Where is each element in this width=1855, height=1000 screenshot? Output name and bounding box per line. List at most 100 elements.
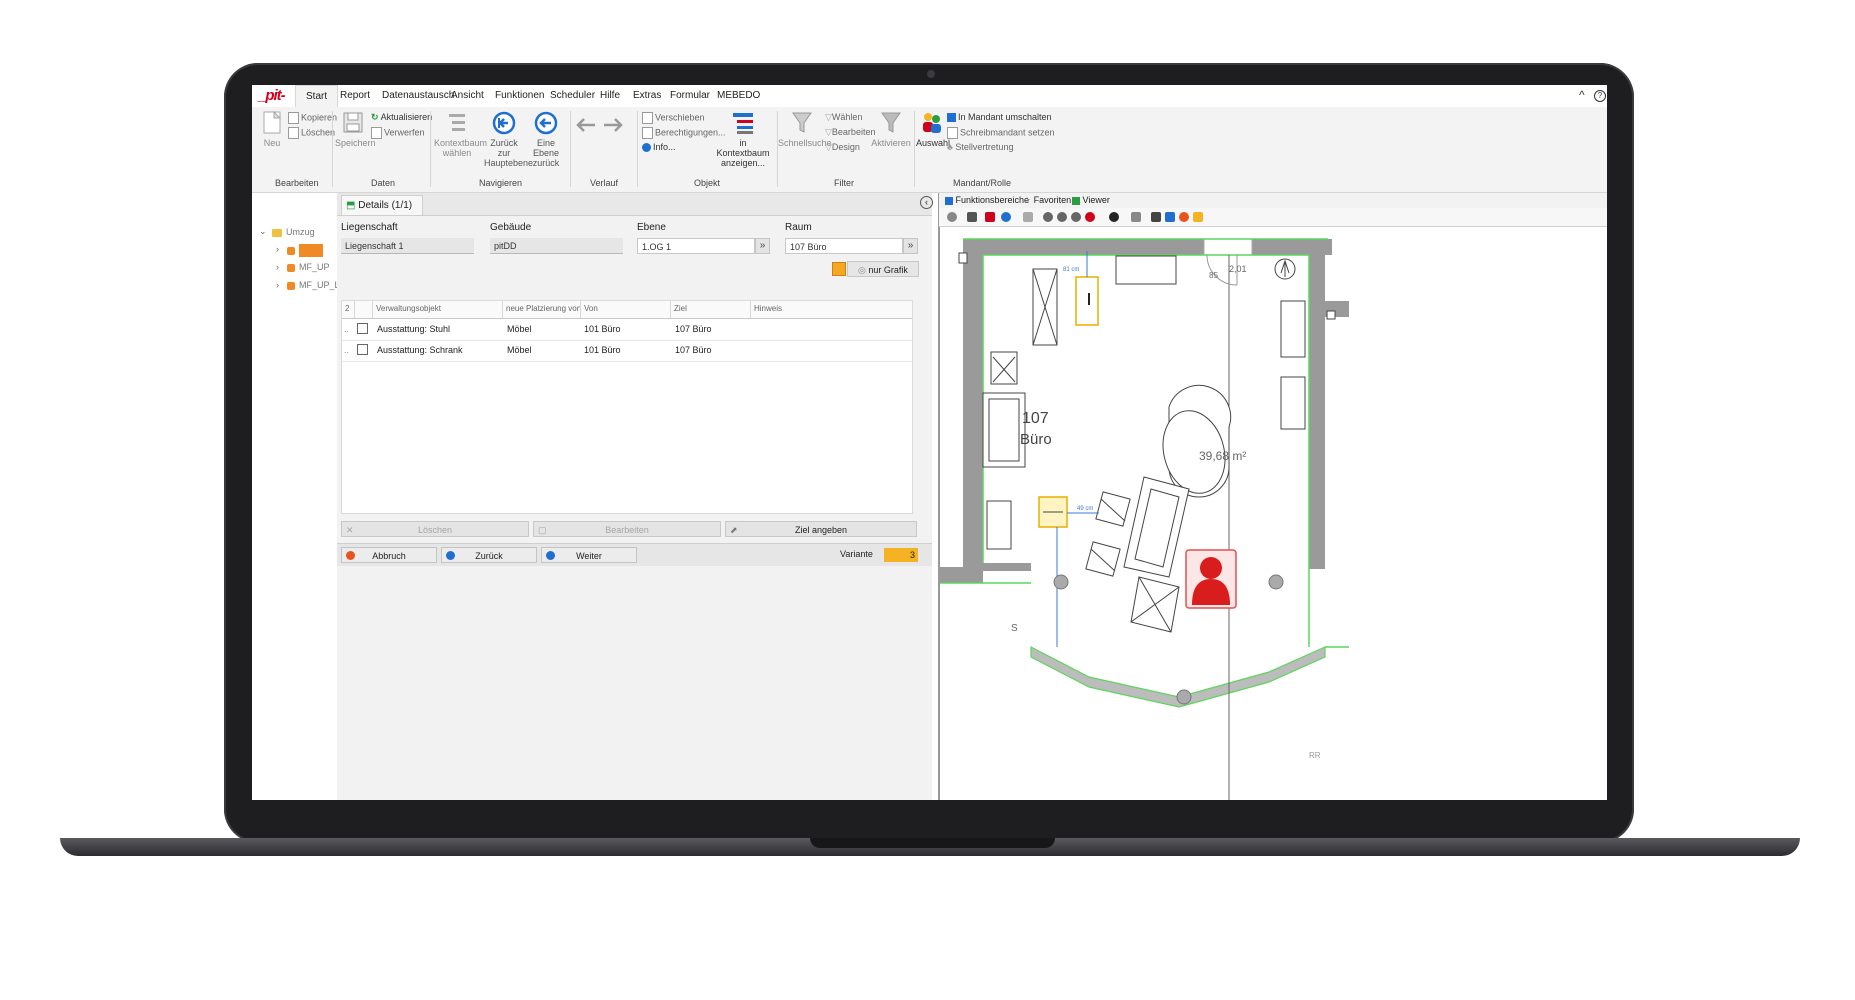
color-icon[interactable] [1179, 212, 1189, 222]
help-icon[interactable]: ? [1594, 90, 1606, 102]
select-tool-icon[interactable] [1131, 212, 1141, 222]
discard-button[interactable]: Verwerfen [371, 127, 425, 139]
info-tool-icon[interactable] [1001, 212, 1011, 222]
collapse-arrow-icon[interactable]: › [276, 244, 279, 254]
move-button[interactable]: Verschieben [642, 112, 705, 124]
layers-icon[interactable] [1023, 212, 1033, 222]
quick-search-button[interactable]: Schnellsuche [778, 111, 832, 148]
new-button[interactable]: Neu [260, 111, 284, 148]
menu-report[interactable]: Report [340, 90, 370, 101]
variant-label: Variante [840, 549, 873, 559]
cancel-button[interactable]: Abbruch [341, 547, 437, 563]
floor-plan[interactable] [939, 227, 1607, 800]
switch-tenant-label: In Mandant umschalten [958, 112, 1052, 122]
refresh-button[interactable]: ↻ Aktualisieren [371, 112, 432, 123]
viewer-toolbar [939, 208, 1607, 227]
one-level-up-button[interactable]: Eine Ebene zurück [526, 111, 566, 168]
ebene-field[interactable]: 1.OG 1 [637, 238, 755, 254]
edit-icon: ▢ [538, 525, 547, 535]
filter-edit-button[interactable]: ▽Bearbeiten [825, 127, 875, 138]
row-checkbox[interactable] [357, 323, 368, 334]
tree-item-mf[interactable]: MF [287, 244, 323, 257]
table-row[interactable]: .. Ausstattung: Stuhl Möbel 101 Büro 107… [342, 319, 912, 341]
menu-extras[interactable]: Extras [633, 90, 661, 101]
menu-formular[interactable]: Formular [670, 90, 710, 101]
switch-tenant-button[interactable]: In Mandant umschalten [947, 112, 1052, 123]
column-header-hinweis[interactable]: Hinweis [754, 304, 782, 313]
show-in-context-tree-button[interactable]: in Kontextbaum anzeigen... [712, 111, 774, 168]
column-header-verwaltungsobjekt[interactable]: Verwaltungsobjekt [376, 304, 441, 313]
delete-button[interactable]: Löschen [288, 127, 335, 139]
globe-icon[interactable] [947, 212, 957, 222]
zoom-window-icon[interactable] [1085, 212, 1095, 222]
next-button[interactable]: Weiter [541, 547, 637, 563]
set-write-tenant-label: Schreibmandant setzen [960, 127, 1055, 138]
set-target-button[interactable]: ⬈ Ziel angeben [725, 521, 917, 537]
group-label-daten: Daten [371, 178, 396, 188]
export-icon[interactable] [985, 212, 995, 222]
tab-funktionsbereiche[interactable]: Funktionsbereiche [945, 195, 1029, 205]
delete-row-button[interactable]: ✕ Löschen [341, 521, 529, 537]
context-tree-button[interactable]: Kontextbaum wählen [434, 111, 487, 158]
menu-mebedo[interactable]: MEBEDO [717, 90, 760, 101]
set-write-tenant-button[interactable]: Schreibmandant setzen [947, 127, 1055, 139]
context-tree-label-1: Kontextbaum [434, 138, 488, 148]
liegenschaft-label: Liegenschaft [341, 222, 398, 233]
deputy-button[interactable]: ♣ Stellvertretung [947, 142, 1013, 152]
delete-icon [288, 127, 299, 139]
liegenschaft-field[interactable]: Liegenschaft 1 [341, 238, 474, 254]
menu-scheduler[interactable]: Scheduler [550, 90, 595, 101]
draw-line-icon[interactable] [1165, 212, 1175, 222]
frame-icon[interactable] [1193, 212, 1203, 222]
raum-field[interactable]: 107 Büro [785, 238, 903, 254]
menu-datenaustausch[interactable]: Datenaustausch [382, 90, 454, 101]
tab-details[interactable]: ⬒ Details (1/1) [341, 195, 424, 215]
tenant-select-button[interactable]: Auswahl [916, 111, 950, 148]
column-header-platzierung[interactable]: neue Platzierung von [506, 304, 581, 313]
target-icon: ⬈ [730, 525, 738, 535]
zoom-out-icon[interactable] [1057, 212, 1067, 222]
menu-ansicht[interactable]: Ansicht [451, 90, 484, 101]
permissions-icon [642, 127, 653, 139]
rotate-icon[interactable] [1109, 212, 1119, 222]
menu-funktionen[interactable]: Funktionen [495, 90, 544, 101]
filter-choose-button[interactable]: ▽Wählen [825, 112, 862, 123]
tree-item-umzug[interactable]: Umzug [272, 227, 315, 237]
save-button[interactable]: Speichern [335, 111, 376, 148]
ebene-expand-button[interactable]: » [755, 238, 770, 254]
column-separator [354, 301, 355, 318]
copy-button[interactable]: Kopieren [288, 112, 337, 124]
tree-item-mf-up[interactable]: MF_UP [287, 262, 330, 272]
collapse-panel-icon[interactable]: ‹ [920, 196, 933, 209]
back-button[interactable]: Zurück [441, 547, 537, 563]
column-header-ziel[interactable]: Ziel [674, 304, 687, 313]
history-back-icon[interactable] [575, 117, 597, 133]
edit-row-button[interactable]: ▢ Bearbeiten [533, 521, 721, 537]
text-tool-icon[interactable] [967, 212, 977, 222]
expand-arrow-icon[interactable]: ⌄ [259, 226, 267, 237]
menu-start[interactable]: Start [295, 85, 339, 107]
menu-hilfe[interactable]: Hilfe [600, 90, 620, 101]
collapse-arrow-icon[interactable]: › [276, 280, 279, 290]
raum-expand-button[interactable]: » [903, 238, 918, 254]
column-header-von[interactable]: Von [584, 304, 598, 313]
info-button[interactable]: Info... [642, 142, 676, 153]
gebaeude-field[interactable]: pitDD [490, 238, 623, 254]
table-row[interactable]: .. Ausstattung: Schrank Möbel 101 Büro 1… [342, 340, 912, 362]
tab-favoriten[interactable]: ☆ Favoriten [1023, 195, 1071, 206]
zoom-fit-icon[interactable] [1071, 212, 1081, 222]
back-to-main-button[interactable]: Zurück zur Hauptebene [484, 111, 533, 168]
measure-icon[interactable] [1151, 212, 1161, 222]
history-forward-icon[interactable] [602, 117, 624, 133]
tab-viewer[interactable]: Viewer [1072, 195, 1110, 205]
collapse-arrow-icon[interactable]: › [276, 262, 279, 272]
filter-edit-label: Bearbeiten [831, 127, 876, 137]
filter-design-button[interactable]: ▽Design [825, 142, 860, 153]
collapse-ribbon-icon[interactable]: ^ [1579, 88, 1585, 102]
zoom-in-icon[interactable] [1043, 212, 1053, 222]
nur-grafik-button[interactable]: ◎ nur Grafik [847, 261, 919, 277]
row-checkbox[interactable] [357, 344, 368, 355]
variant-value[interactable]: 3 [884, 548, 918, 562]
activate-filter-button[interactable]: Aktivieren [871, 111, 911, 148]
grid-graphic-icon[interactable] [832, 262, 846, 276]
